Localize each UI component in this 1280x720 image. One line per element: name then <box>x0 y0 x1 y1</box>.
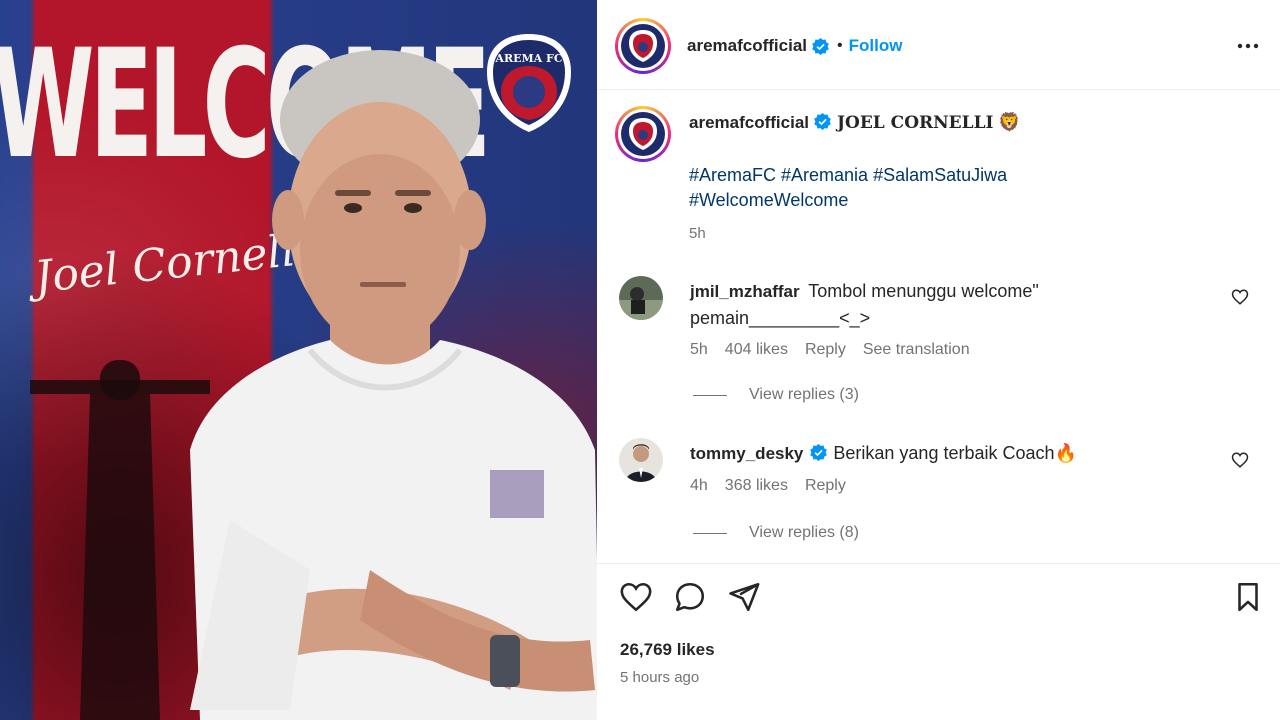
comment-meta: 5h 404 likes Reply See translation <box>690 341 1210 359</box>
comment-likes[interactable]: 368 likes <box>725 477 788 495</box>
post-side-panel: aremafcofficial • Follow aremafcofficial… <box>597 0 1280 720</box>
coach-photo <box>190 50 597 720</box>
post-image[interactable]: WELCOME Joel Cornelli AREMA FC <box>0 0 597 720</box>
replies-line <box>693 532 727 534</box>
comment-text-line-2: pemain_________<_> <box>690 308 871 328</box>
comment-time[interactable]: 4h <box>690 477 708 495</box>
comment-time[interactable]: 5h <box>690 341 708 359</box>
comment-body: tommy_desky Berikan yang terbaik Coach🔥 … <box>690 440 1210 495</box>
lion-emoji: 🦁 <box>997 112 1021 132</box>
verified-badge-icon <box>810 444 828 461</box>
hashtags-line-1[interactable]: #AremaFC #Aremania #SalamSatuJiwa <box>689 165 1007 185</box>
comment-username[interactable]: jmil_mzhaffar <box>690 282 800 301</box>
post-header: aremafcofficial • Follow <box>615 18 902 74</box>
comment-text: tommy_desky Berikan yang terbaik Coach🔥 <box>690 440 1210 467</box>
caption-body: aremafcofficial JOEL CORNELLI 🦁 #AremaFC… <box>689 112 1249 242</box>
club-avatar-icon <box>629 118 657 150</box>
comment-text: jmil_mzhaffar Tombol menunggu welcome" p… <box>690 278 1210 331</box>
actions-divider <box>597 563 1280 564</box>
comment-text-line-1: Berikan yang terbaik Coach🔥 <box>833 443 1077 463</box>
caption-username[interactable]: aremafcofficial <box>689 113 809 132</box>
like-heart-icon[interactable] <box>619 580 653 614</box>
caption-time[interactable]: 5h <box>689 225 1249 242</box>
comment-meta: 4h 368 likes Reply <box>690 477 1210 495</box>
caption-avatar[interactable] <box>615 106 671 162</box>
reply-button[interactable]: Reply <box>805 477 846 495</box>
comment-username[interactable]: tommy_desky <box>690 444 803 463</box>
follow-button[interactable]: Follow <box>849 36 903 56</box>
comment-like-heart-icon[interactable] <box>1231 451 1249 469</box>
hashtags-line-2[interactable]: #WelcomeWelcome <box>689 190 848 210</box>
comment-bubble-icon[interactable] <box>673 580 707 614</box>
view-replies-label: View replies (8) <box>749 524 859 541</box>
comment-likes[interactable]: 404 likes <box>725 341 788 359</box>
comment-text-line-1: Tombol menunggu welcome" <box>808 281 1039 301</box>
header-username[interactable]: aremafcofficial <box>687 36 807 56</box>
view-replies-label: View replies (3) <box>749 386 859 403</box>
post-time-ago[interactable]: 5 hours ago <box>620 669 699 686</box>
club-avatar-icon <box>629 30 657 62</box>
verified-badge-icon <box>814 113 831 130</box>
commenter-avatar[interactable] <box>619 438 663 482</box>
header-separator: • <box>837 37 843 54</box>
see-translation-button[interactable]: See translation <box>863 341 970 359</box>
comment-body: jmil_mzhaffar Tombol menunggu welcome" p… <box>690 278 1210 359</box>
post-actions <box>619 580 1264 620</box>
share-send-icon[interactable] <box>727 580 761 614</box>
caption-hashtags: #AremaFC #Aremania #SalamSatuJiwa #Welco… <box>689 163 1249 213</box>
more-horizontal-icon[interactable] <box>1236 36 1260 56</box>
save-bookmark-icon[interactable] <box>1231 580 1265 614</box>
header-divider <box>597 89 1280 90</box>
reply-button[interactable]: Reply <box>805 341 846 359</box>
caption-title: JOEL CORNELLI <box>837 113 994 133</box>
avatar-photo-icon <box>619 438 663 482</box>
post-likes-count[interactable]: 26,769 likes <box>620 640 715 660</box>
view-replies-button[interactable]: View replies (8) <box>693 524 859 542</box>
header-avatar[interactable] <box>615 18 671 74</box>
view-replies-button[interactable]: View replies (3) <box>693 386 859 404</box>
comment-like-heart-icon[interactable] <box>1231 288 1249 306</box>
commenter-avatar[interactable] <box>619 276 663 320</box>
avatar-photo-icon <box>619 276 663 320</box>
replies-line <box>693 394 727 396</box>
verified-badge-icon <box>812 37 829 55</box>
